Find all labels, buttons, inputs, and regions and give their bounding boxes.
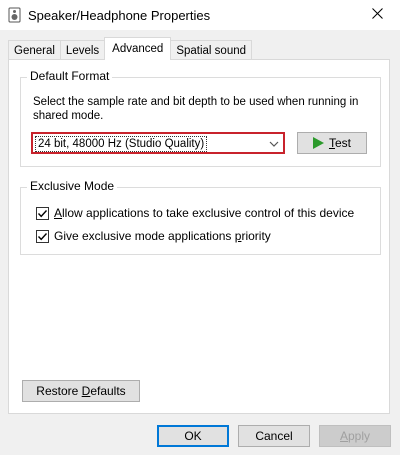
selected-format-value: 24 bit, 48000 Hz (Studio Quality) <box>35 136 208 152</box>
exclusive-mode-group: Exclusive Mode Allow applications to tak… <box>20 179 381 255</box>
tab-strip: General Levels Advanced Spatial sound <box>8 37 253 60</box>
tab-levels[interactable]: Levels <box>59 40 106 60</box>
tab-label: General <box>14 44 55 57</box>
tab-label: Levels <box>65 44 100 57</box>
test-button-label: Test <box>328 136 351 150</box>
default-format-group: Default Format Select the sample rate an… <box>20 69 381 167</box>
apply-button-label: Apply <box>339 429 371 443</box>
cancel-button-label: Cancel <box>255 429 293 443</box>
test-button[interactable]: Test <box>297 132 367 154</box>
group-label-exclusive-mode: Exclusive Mode <box>27 179 118 193</box>
exclusive-priority-option[interactable]: Give exclusive mode applications priorit… <box>36 229 271 243</box>
checkmark-icon <box>37 232 48 240</box>
play-icon <box>312 137 324 149</box>
sample-rate-dropdown[interactable]: 24 bit, 48000 Hz (Studio Quality) <box>31 132 285 154</box>
tab-advanced[interactable]: Advanced <box>104 37 172 60</box>
allow-exclusive-control-checkbox[interactable] <box>36 206 49 220</box>
close-button[interactable] <box>354 0 400 30</box>
exclusive-priority-label: Give exclusive mode applications priorit… <box>54 229 271 243</box>
restore-defaults-label: Restore Defaults <box>36 384 126 398</box>
tab-general[interactable]: General <box>8 40 61 60</box>
default-format-description: Select the sample rate and bit depth to … <box>33 96 359 122</box>
window-title: Speaker/Headphone Properties <box>28 8 211 23</box>
ok-button-label: OK <box>184 429 202 443</box>
allow-exclusive-control-label: Allow applications to take exclusive con… <box>54 206 355 220</box>
checkmark-icon <box>37 209 48 217</box>
cancel-button[interactable]: Cancel <box>238 425 310 447</box>
apply-button[interactable]: Apply <box>319 425 391 447</box>
exclusive-priority-checkbox[interactable] <box>36 229 49 243</box>
close-icon <box>371 8 383 22</box>
ok-button[interactable]: OK <box>157 425 229 447</box>
chevron-down-icon <box>269 138 279 148</box>
speaker-icon <box>8 7 22 23</box>
tab-label: Advanced <box>112 43 164 55</box>
tab-spatial-sound[interactable]: Spatial sound <box>170 40 253 60</box>
restore-defaults-button[interactable]: Restore Defaults <box>22 380 140 402</box>
allow-exclusive-control-option[interactable]: Allow applications to take exclusive con… <box>36 206 354 220</box>
title-bar: Speaker/Headphone Properties <box>0 0 400 30</box>
group-label-default-format: Default Format <box>27 69 113 83</box>
tab-label: Spatial sound <box>176 44 247 57</box>
advanced-tab-panel: Default Format Select the sample rate an… <box>8 59 390 414</box>
